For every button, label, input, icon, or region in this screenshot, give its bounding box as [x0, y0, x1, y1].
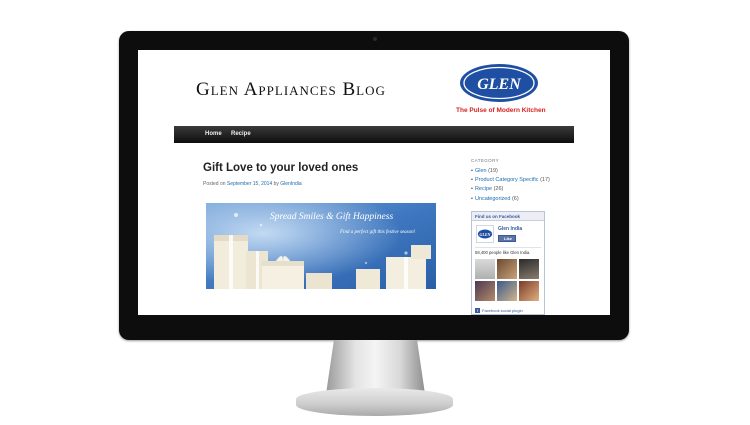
facebook-page-name[interactable]: Glen India — [498, 226, 522, 232]
avatar[interactable] — [475, 259, 495, 279]
monitor-stand-base — [296, 388, 453, 416]
avatar[interactable] — [519, 259, 539, 279]
nav-item-recipe[interactable]: Recipe — [231, 131, 251, 137]
facebook-social-plugin-footer[interactable]: f Facebook social plugin — [475, 308, 523, 313]
post-meta: Posted on September 15, 2014 by GlenIndi… — [203, 181, 302, 187]
banner-headline: Spread Smiles & Gift Happiness — [270, 212, 394, 222]
divider — [475, 247, 541, 248]
nav-item-home[interactable]: Home — [205, 131, 222, 137]
post-meta-by: by — [273, 181, 279, 187]
category-link[interactable]: Recipe — [475, 186, 492, 192]
facebook-box-header: Find us on Facebook — [472, 212, 544, 221]
category-heading: CATEGORY — [471, 158, 500, 163]
post-banner-image[interactable]: Spread Smiles & Gift Happiness Find a pe… — [206, 203, 436, 289]
banner-subtext: Find a perfect gift this festive season! — [340, 230, 416, 235]
facebook-likes-count: 58,400 people like Glen India. — [475, 250, 531, 255]
gift-box-left — [214, 235, 248, 289]
category-link[interactable]: Product Category Specific — [475, 177, 539, 183]
avatar[interactable] — [475, 281, 495, 301]
facebook-faces-grid — [475, 259, 541, 301]
category-item[interactable]: • Product Category Specific (17) — [471, 176, 550, 185]
monitor-stand-neck — [326, 340, 425, 394]
stage: Glen Appliances Blog GLEN The Pulse of M… — [0, 0, 750, 425]
site-title[interactable]: Glen Appliances Blog — [196, 79, 386, 101]
facebook-icon: f — [475, 308, 480, 313]
page-logo-text: GLEN — [480, 232, 492, 237]
bullet-icon: • — [471, 195, 473, 202]
category-link[interactable]: Glen — [475, 168, 487, 174]
category-item[interactable]: • Glen (19) — [471, 167, 550, 176]
logo-text: GLEN — [477, 76, 522, 93]
post-author-link[interactable]: GlenIndia — [280, 181, 301, 187]
category-list: • Glen (19) • Product Category Specific (1… — [471, 167, 550, 204]
browser-screen: Glen Appliances Blog GLEN The Pulse of M… — [138, 50, 610, 315]
main-nav: Home Recipe — [174, 126, 574, 143]
category-item[interactable]: • Recipe (26) — [471, 185, 550, 194]
category-count: (6) — [511, 195, 519, 202]
facebook-like-button[interactable]: Like — [498, 235, 516, 242]
bullet-icon: • — [471, 177, 473, 184]
avatar[interactable] — [497, 259, 517, 279]
tagline: The Pulse of Modern Kitchen — [456, 107, 546, 114]
post-date-link[interactable]: September 15, 2014 — [227, 181, 272, 187]
category-item[interactable]: • Uncategorized (6) — [471, 195, 550, 204]
avatar[interactable] — [497, 281, 517, 301]
facebook-like-box: Find us on Facebook GLEN Glen India Like… — [471, 211, 545, 315]
glen-logo[interactable]: GLEN — [458, 62, 540, 104]
glen-page-logo[interactable]: GLEN — [476, 225, 494, 243]
bullet-icon: • — [471, 168, 473, 174]
bullet-icon: • — [471, 186, 473, 193]
category-link[interactable]: Uncategorized — [475, 196, 510, 202]
category-count: (17) — [540, 177, 550, 184]
facebook-footer-text: Facebook social plugin — [482, 308, 523, 313]
category-count: (26) — [493, 186, 504, 193]
post-title[interactable]: Gift Love to your loved ones — [203, 162, 358, 174]
category-count: (19) — [488, 168, 498, 174]
post-meta-prefix: Posted on — [203, 181, 226, 187]
camera-icon — [373, 37, 377, 41]
avatar[interactable] — [519, 281, 539, 301]
